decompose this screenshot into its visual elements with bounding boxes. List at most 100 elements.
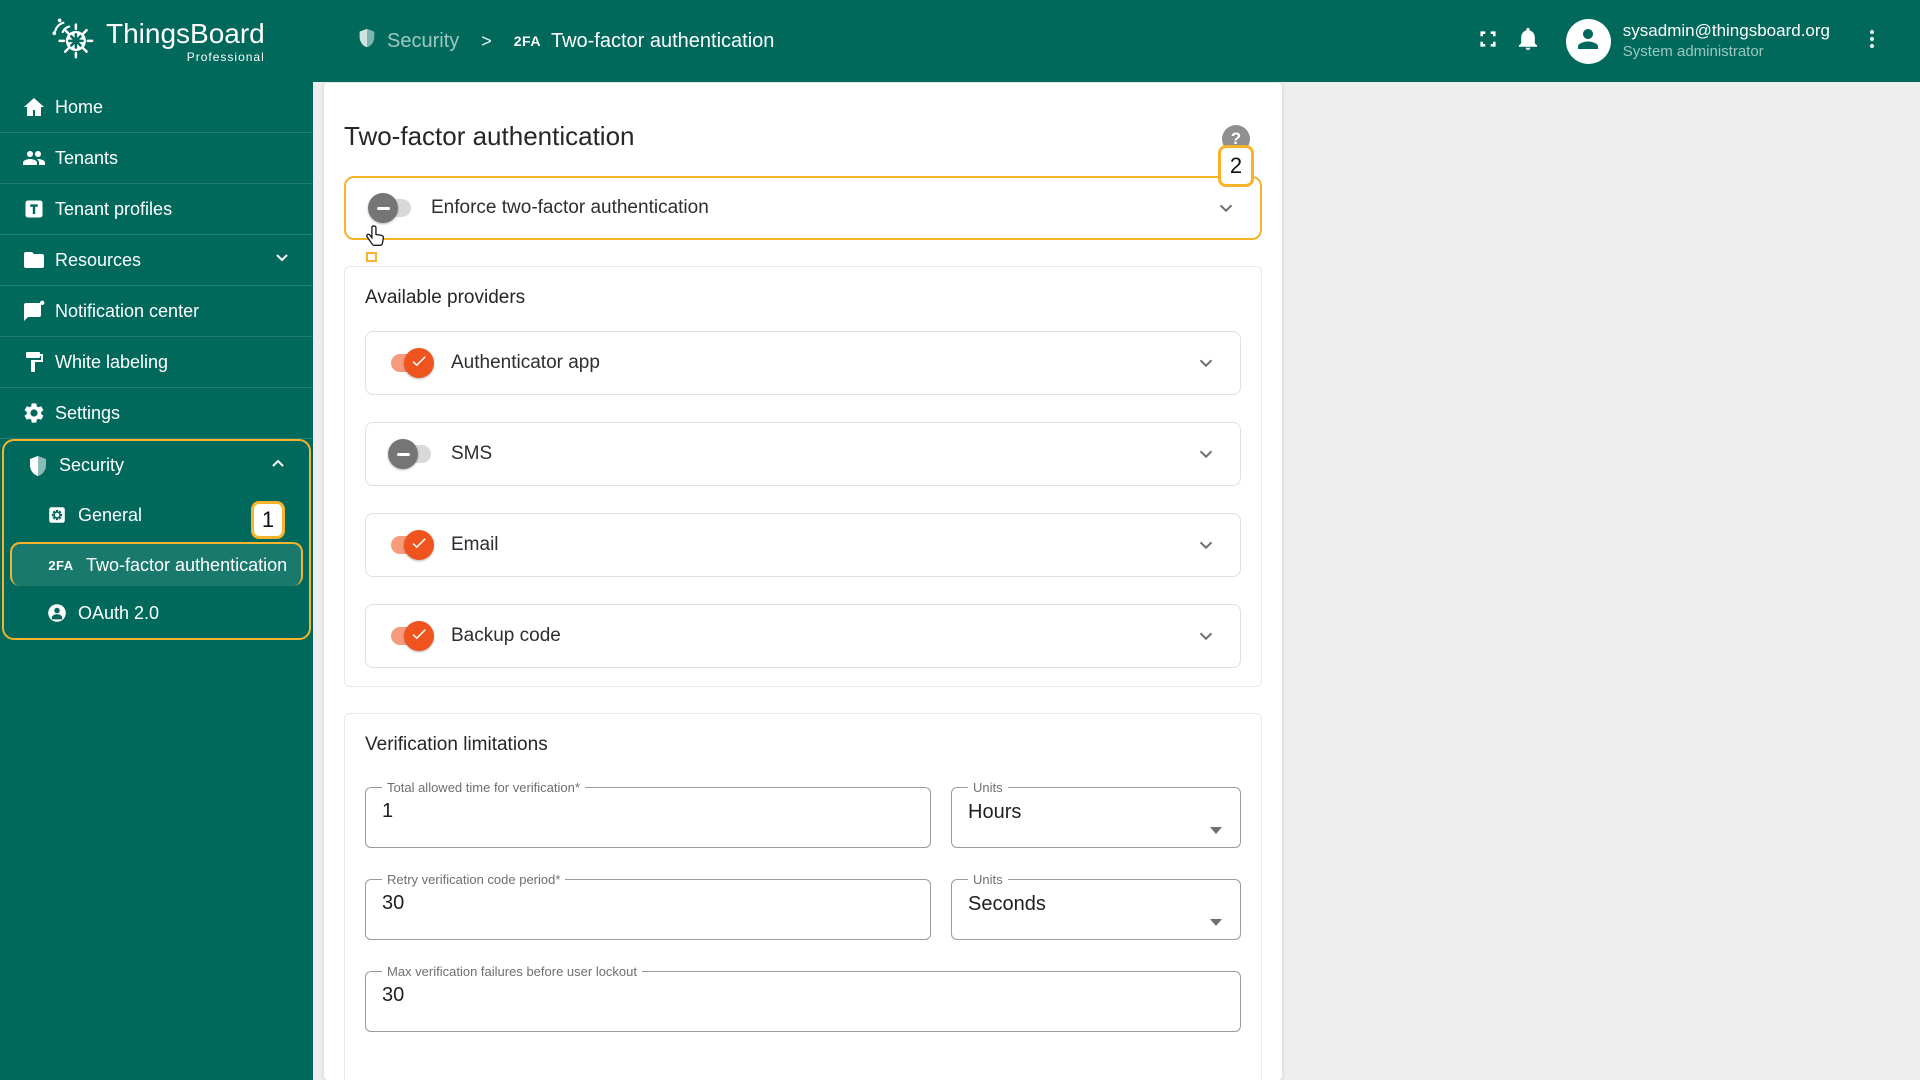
provider-label: Authenticator app	[451, 352, 600, 373]
sidebar-item-settings[interactable]: Settings	[0, 388, 313, 439]
oauth-person-icon	[46, 602, 68, 624]
user-info[interactable]: sysadmin@thingsboard.org System administ…	[1623, 20, 1830, 62]
chevron-down-icon[interactable]	[1194, 533, 1218, 557]
provider-panel-sms[interactable]: SMS	[365, 422, 1241, 486]
shield-icon	[26, 454, 50, 478]
retry-period-field: Retry verification code period*	[365, 872, 931, 940]
bell-icon	[1515, 26, 1541, 57]
breadcrumb: Security > 2FA Two-factor authentication	[356, 0, 774, 82]
chevron-down-icon[interactable]	[1194, 442, 1218, 466]
retry-period-units-select[interactable]: Units Seconds	[951, 872, 1241, 940]
topbar-actions: sysadmin@thingsboard.org System administ…	[1468, 0, 1892, 82]
provider-label: Email	[451, 534, 499, 555]
breadcrumb-current-page: 2FA Two-factor authentication	[514, 30, 775, 53]
2fa-icon: 2FA	[513, 33, 541, 49]
chevron-down-icon[interactable]	[1194, 351, 1218, 375]
notifications-button[interactable]	[1508, 21, 1548, 61]
sidebar-item-resources[interactable]: Resources	[0, 235, 313, 286]
thingsboard-app: ThingsBoard Professional Security > 2FA …	[0, 0, 1920, 1080]
sidebar-item-security[interactable]: Security	[4, 441, 309, 490]
provider-label: SMS	[451, 443, 493, 464]
paint-roller-icon	[22, 350, 46, 374]
sidebar-item-label: Home	[55, 96, 104, 117]
tenant-profiles-icon	[22, 197, 46, 221]
chevron-down-icon[interactable]	[1194, 624, 1218, 648]
field-label: Max verification failures before user lo…	[387, 964, 638, 979]
provider-panel-backup-code[interactable]: Backup code	[365, 604, 1241, 668]
provider-label: Backup code	[451, 625, 561, 646]
retry-period-input[interactable]	[382, 892, 888, 915]
select-value: Seconds	[968, 893, 1046, 915]
sidebar-item-notification-center[interactable]: Notification center	[0, 286, 313, 337]
sms-toggle[interactable]	[388, 439, 434, 469]
sidebar-item-oauth[interactable]: OAuth 2.0	[4, 588, 309, 638]
thingsboard-logo-icon	[50, 16, 96, 67]
sidebar-item-tenants[interactable]: Tenants	[0, 133, 313, 184]
user-email: sysadmin@thingsboard.org	[1622, 21, 1830, 41]
sidebar-item-home[interactable]: Home	[0, 82, 313, 133]
more-vert-icon	[1860, 27, 1884, 56]
fullscreen-button[interactable]	[1468, 21, 1508, 61]
chevron-down-icon[interactable]	[1214, 196, 1238, 220]
sidebar-item-label: Tenants	[55, 147, 119, 168]
available-providers-section: Available providers Authenticator app SM…	[344, 266, 1262, 687]
field-label: Units	[973, 780, 1003, 795]
sidebar-item-label: Tenant profiles	[55, 198, 173, 219]
breadcrumb-section-label: Security	[387, 29, 460, 52]
email-toggle[interactable]	[388, 530, 434, 560]
field-label: Total allowed time for verification*	[387, 780, 580, 795]
breadcrumb-separator: >	[481, 30, 492, 51]
select-value: Hours	[968, 801, 1022, 823]
sidebar-item-two-factor-authentication[interactable]: 2FA Two-factor authentication	[10, 542, 303, 586]
fullscreen-icon	[1475, 26, 1501, 57]
folder-icon	[22, 248, 46, 272]
thingsboard-logo[interactable]: ThingsBoard Professional	[50, 16, 265, 67]
user-role: System administrator	[1622, 43, 1764, 61]
more-menu-button[interactable]	[1852, 21, 1892, 61]
chevron-up-icon[interactable]	[267, 452, 289, 479]
logo-title: ThingsBoard	[106, 18, 265, 50]
sidebar: Home Tenants Tenant profiles Resources N…	[0, 82, 313, 1080]
2fa-icon: 2FA	[48, 557, 74, 573]
logo-subtitle: Professional	[186, 49, 265, 64]
dropdown-arrow-icon	[1210, 827, 1222, 834]
sidebar-item-label: Notification center	[55, 300, 200, 321]
chevron-down-icon[interactable]	[271, 247, 293, 274]
sidebar-item-label: OAuth 2.0	[78, 602, 160, 623]
sidebar-item-label: Settings	[55, 402, 121, 423]
breadcrumb-security[interactable]: Security	[356, 27, 459, 55]
provider-panel-email[interactable]: Email	[365, 513, 1241, 577]
backup-code-toggle[interactable]	[388, 621, 434, 651]
max-failures-input[interactable]	[382, 984, 1182, 1007]
sidebar-item-tenant-profiles[interactable]: Tenant profiles	[0, 184, 313, 235]
authenticator-app-toggle[interactable]	[388, 348, 434, 378]
avatar[interactable]	[1565, 18, 1611, 64]
field-label: Retry verification code period*	[387, 872, 561, 887]
total-time-units-select[interactable]: Units Hours	[951, 780, 1241, 848]
dropdown-arrow-icon	[1210, 919, 1222, 926]
provider-panel-authenticator-app[interactable]: Authenticator app	[365, 331, 1241, 395]
enforce-2fa-label: Enforce two-factor authentication	[431, 197, 709, 218]
notification-icon	[22, 299, 46, 323]
shield-icon	[356, 27, 378, 55]
general-gear-icon	[46, 504, 68, 526]
gear-icon	[22, 401, 46, 425]
total-time-input[interactable]	[382, 800, 888, 823]
annotation-step-2-badge: 2	[1218, 145, 1254, 187]
sidebar-item-label: Security	[59, 455, 125, 475]
section-heading: Available providers	[365, 287, 526, 308]
breadcrumb-page-label: Two-factor authentication	[550, 29, 775, 52]
page-title: Two-factor authentication	[344, 121, 635, 151]
security-group-highlight: Security General 1 2FA Two-factor authen…	[2, 439, 311, 640]
annotation-step-1-badge: 1	[251, 501, 285, 539]
tenants-icon	[22, 146, 46, 170]
section-heading: Verification limitations	[365, 734, 548, 755]
max-failures-field: Max verification failures before user lo…	[365, 964, 1241, 1032]
sidebar-item-label: General	[78, 504, 143, 525]
enforce-2fa-toggle[interactable]	[368, 193, 414, 223]
enforce-2fa-panel[interactable]: Enforce two-factor authentication	[344, 176, 1262, 240]
annotation-click-square	[366, 252, 377, 262]
sidebar-item-white-labeling[interactable]: White labeling	[0, 337, 313, 388]
sidebar-item-label: White labeling	[55, 351, 169, 372]
total-time-field: Total allowed time for verification*	[365, 780, 931, 848]
